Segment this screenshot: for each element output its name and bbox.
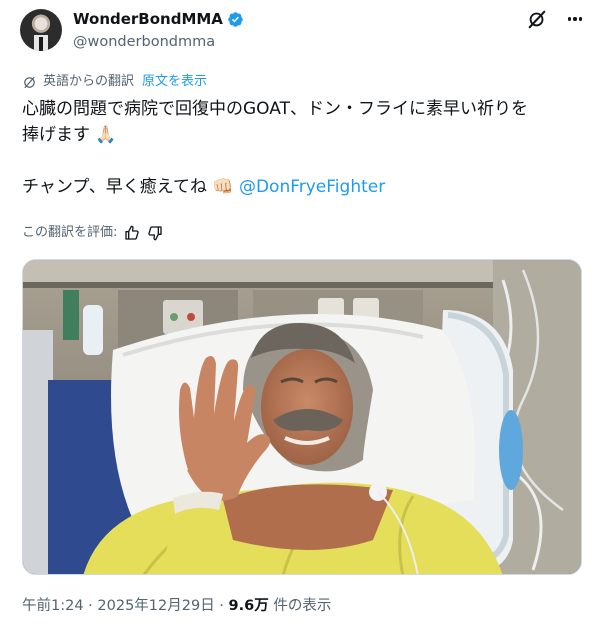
tweet-text: 心臓の問題で病院で回復中のGOAT、ドン・フライに素早い祈りを 捧げます 🙏🏻 …	[22, 96, 588, 200]
more-icon[interactable]	[564, 8, 586, 30]
tweet-line-2: 捧げます 🙏🏻	[22, 122, 588, 148]
translate-icon	[24, 76, 35, 88]
footer-separator-1: ·	[83, 598, 98, 614]
grok-icon[interactable]	[526, 8, 548, 30]
tweet-line-1: 心臓の問題で病院で回復中のGOAT、ドン・フライに素早い祈りを	[22, 99, 528, 119]
tweet-line-2-text: 捧げます	[22, 125, 90, 145]
tweet-date[interactable]: 2025年12月29日	[97, 598, 214, 614]
rate-translation-row: この翻訳を評価:	[22, 224, 163, 242]
tweet-line-3-text: チャンプ、早く癒えてね	[22, 177, 207, 197]
tweet-photo[interactable]	[22, 259, 582, 575]
display-name-row: WonderBondMMA	[73, 9, 244, 29]
avatar[interactable]	[20, 9, 62, 51]
hospital-photo	[23, 260, 581, 574]
view-count[interactable]: 9.6万	[229, 598, 269, 614]
footer-separator-2: ·	[214, 598, 229, 614]
mention-link[interactable]: @DonFryeFighter	[239, 177, 385, 197]
tweet-header: WonderBondMMA @wonderbondmma	[20, 8, 586, 54]
view-count-suffix: 件の表示	[268, 598, 332, 614]
avatar-tie	[39, 37, 43, 51]
tweet-line-3: チャンプ、早く癒えてね 👊🏻 @DonFryeFighter	[22, 174, 588, 200]
tweet-blank-line	[22, 148, 588, 174]
tweet-footer: 午前1:24 · 2025年12月29日 · 9.6万 件の表示	[22, 596, 331, 616]
praying-hands-emoji: 🙏🏻	[95, 125, 117, 145]
show-original-link[interactable]: 原文を表示	[142, 73, 207, 91]
author-names: WonderBondMMA @wonderbondmma	[73, 9, 244, 52]
author-handle[interactable]: @wonderbondmma	[73, 32, 244, 52]
thumbs-down-icon[interactable]	[147, 225, 163, 241]
translation-row: 英語からの翻訳 原文を表示	[22, 73, 207, 91]
tweet-time[interactable]: 午前1:24	[22, 598, 84, 614]
fist-bump-emoji: 👊🏻	[212, 177, 234, 197]
rate-translation-label: この翻訳を評価:	[22, 225, 118, 240]
verified-badge-icon[interactable]	[227, 11, 244, 28]
translation-label: 英語からの翻訳	[43, 74, 135, 89]
display-name[interactable]: WonderBondMMA	[73, 9, 223, 29]
thumbs-up-icon[interactable]	[124, 225, 140, 241]
